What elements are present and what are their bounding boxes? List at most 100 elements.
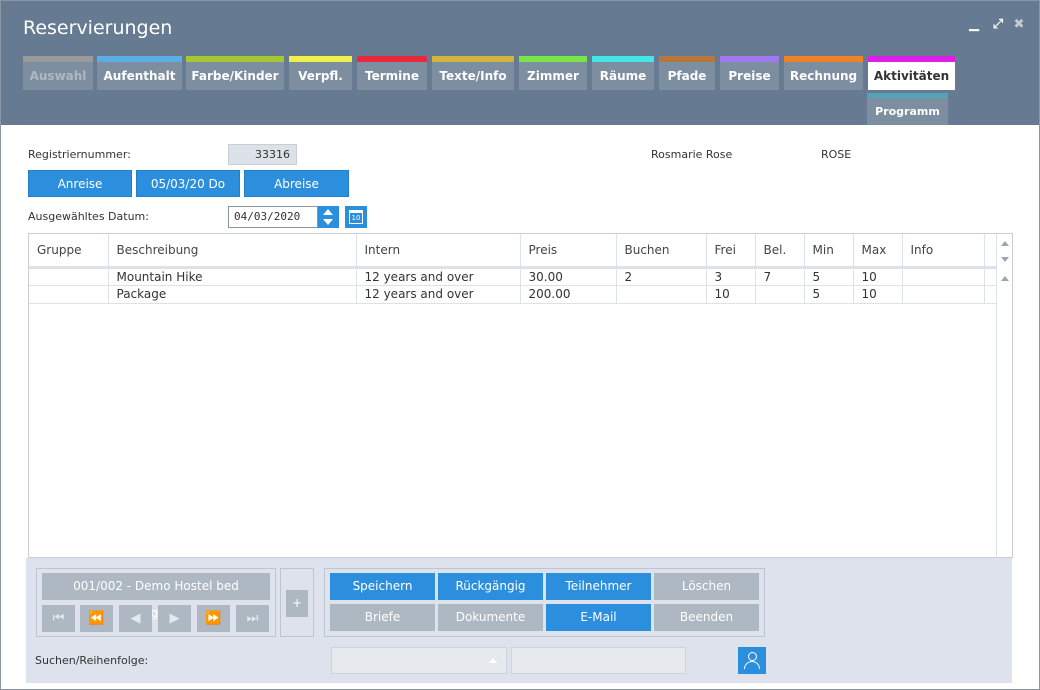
tab-auswahl[interactable]: Auswahl xyxy=(23,56,93,90)
tab-rechnung[interactable]: Rechnung xyxy=(784,56,863,90)
cell-preis[interactable]: 200.00 xyxy=(520,285,617,304)
selected-date-input[interactable]: 04/03/2020 xyxy=(228,206,318,228)
column-header-gruppe[interactable]: Gruppe xyxy=(29,234,109,269)
previous-page-icon[interactable]: ⏪ xyxy=(80,605,113,632)
cell-frei[interactable]: 3 xyxy=(706,267,756,286)
column-header-filler xyxy=(984,234,997,269)
reservation-window: Reservierungen ▁ ⤢ ✖ Auswahl Aufenthalt … xyxy=(0,0,1040,690)
tab-preise[interactable]: Preise xyxy=(720,56,779,90)
column-header-min[interactable]: Min xyxy=(804,234,854,269)
cell-beschreibung[interactable]: Mountain Hike xyxy=(108,267,357,286)
cell-min[interactable]: 5 xyxy=(804,285,854,304)
tab-texte-info[interactable]: Texte/Info xyxy=(432,56,514,90)
user-search-button[interactable] xyxy=(738,647,766,674)
arrival-button[interactable]: Anreise xyxy=(28,170,132,197)
title-bar: Reservierungen ▁ ⤢ ✖ Auswahl Aufenthalt … xyxy=(1,1,1039,125)
table-row[interactable]: Mountain Hike 12 years and over 30.00 2 … xyxy=(29,267,997,286)
calendar-button[interactable]: 10 xyxy=(345,206,367,228)
tab-raeume[interactable]: Räume xyxy=(592,56,654,90)
guest-code: ROSE xyxy=(821,148,852,161)
action-buttons: Speichern Rückgängig Teilnehmer Löschen … xyxy=(324,568,765,637)
calendar-icon: 10 xyxy=(349,210,363,224)
footer-panel: 001/002 - Demo Hostel bed categories ⏮ ⏪… xyxy=(26,558,1012,683)
spinner-up-icon[interactable] xyxy=(323,209,333,215)
scroll-top-icon[interactable] xyxy=(1001,276,1009,281)
next-record-icon[interactable]: ▶ xyxy=(158,605,191,632)
add-record-button[interactable]: + xyxy=(286,590,308,617)
column-header-bel[interactable]: Bel. xyxy=(755,234,805,269)
tab-termine[interactable]: Termine xyxy=(357,56,427,90)
cell-bel[interactable] xyxy=(755,285,805,304)
previous-record-icon[interactable]: ◀ xyxy=(119,605,152,632)
column-header-intern[interactable]: Intern xyxy=(356,234,521,269)
departure-button[interactable]: Abreise xyxy=(244,170,349,197)
table-header-row: Gruppe Beschreibung Intern Preis Buchen … xyxy=(29,234,997,269)
delete-button[interactable]: Löschen xyxy=(654,573,759,600)
cell-intern[interactable]: 12 years and over xyxy=(356,285,521,304)
add-box: + xyxy=(280,568,314,637)
column-header-max[interactable]: Max xyxy=(853,234,903,269)
cell-min[interactable]: 5 xyxy=(804,267,854,286)
spinner-down-icon[interactable] xyxy=(323,219,333,225)
undo-button[interactable]: Rückgängig xyxy=(438,573,543,600)
record-info: 001/002 - Demo Hostel bed categories xyxy=(42,573,270,620)
cell-gruppe[interactable] xyxy=(29,267,109,286)
maximize-icon[interactable]: ⤢ xyxy=(990,17,1006,33)
guest-name: Rosmarie Rose xyxy=(651,148,733,161)
cell-info[interactable] xyxy=(902,285,985,304)
cell-filler xyxy=(984,267,997,286)
first-record-icon[interactable]: ⏮ xyxy=(42,605,75,632)
registration-label: Registriernummer: xyxy=(28,148,131,161)
cell-filler xyxy=(984,285,997,304)
cell-buchen[interactable] xyxy=(616,285,707,304)
cell-info[interactable] xyxy=(902,267,985,286)
column-header-preis[interactable]: Preis xyxy=(520,234,617,269)
grid-vertical-scrollbar[interactable] xyxy=(996,234,1012,557)
scroll-up-icon[interactable] xyxy=(1001,241,1009,246)
column-header-info[interactable]: Info xyxy=(902,234,985,269)
tab-verpflegung[interactable]: Verpfl. xyxy=(289,56,352,90)
order-input[interactable] xyxy=(511,647,686,674)
next-page-icon[interactable]: ⏩ xyxy=(197,605,230,632)
column-header-frei[interactable]: Frei xyxy=(706,234,756,269)
selected-date-label: Ausgewähltes Datum: xyxy=(28,210,149,223)
registration-number-field: 33316 xyxy=(228,144,297,165)
tab-aktivitaeten[interactable]: Aktivitäten xyxy=(868,56,955,90)
cell-buchen[interactable]: 2 xyxy=(616,267,707,286)
cell-frei[interactable]: 10 xyxy=(706,285,756,304)
cell-preis[interactable]: 30.00 xyxy=(520,267,617,286)
email-button[interactable]: E-Mail xyxy=(546,604,651,631)
cell-gruppe[interactable] xyxy=(29,285,109,304)
sort-order-icon[interactable] xyxy=(489,658,497,663)
window-title: Reservierungen xyxy=(23,17,173,39)
cell-beschreibung[interactable]: Package xyxy=(108,285,357,304)
tab-pfade[interactable]: Pfade xyxy=(659,56,715,90)
tab-zimmer[interactable]: Zimmer xyxy=(519,56,587,90)
date-spinner[interactable] xyxy=(318,206,339,228)
user-icon-body xyxy=(744,661,760,669)
table-row[interactable]: Package 12 years and over 200.00 10 5 10 xyxy=(29,285,997,304)
column-header-beschreibung[interactable]: Beschreibung xyxy=(108,234,357,269)
minimize-icon[interactable]: ▁ xyxy=(966,17,982,33)
cell-bel[interactable]: 7 xyxy=(755,267,805,286)
scroll-down-icon[interactable] xyxy=(1001,257,1009,262)
close-icon[interactable]: ✖ xyxy=(1011,17,1027,33)
letters-button[interactable]: Briefe xyxy=(330,604,435,631)
last-record-icon[interactable]: ⏭ xyxy=(236,605,269,632)
cell-intern[interactable]: 12 years and over xyxy=(356,267,521,286)
column-header-buchen[interactable]: Buchen xyxy=(616,234,707,269)
participants-button[interactable]: Teilnehmer xyxy=(546,573,651,600)
search-input[interactable] xyxy=(331,647,507,674)
cell-max[interactable]: 10 xyxy=(853,285,903,304)
subtab-programm[interactable]: Programm xyxy=(867,93,948,125)
record-navigator: 001/002 - Demo Hostel bed categories ⏮ ⏪… xyxy=(36,568,276,637)
tab-farbe-kinder[interactable]: Farbe/Kinder xyxy=(186,56,284,90)
date-button[interactable]: 05/03/20 Do xyxy=(136,170,240,197)
save-button[interactable]: Speichern xyxy=(330,573,435,600)
activities-table: Gruppe Beschreibung Intern Preis Buchen … xyxy=(29,234,997,304)
documents-button[interactable]: Dokumente xyxy=(438,604,543,631)
cell-max[interactable]: 10 xyxy=(853,267,903,286)
close-button[interactable]: Beenden xyxy=(654,604,759,631)
tab-aufenthalt[interactable]: Aufenthalt xyxy=(97,56,182,90)
activities-grid: Gruppe Beschreibung Intern Preis Buchen … xyxy=(28,233,1013,558)
